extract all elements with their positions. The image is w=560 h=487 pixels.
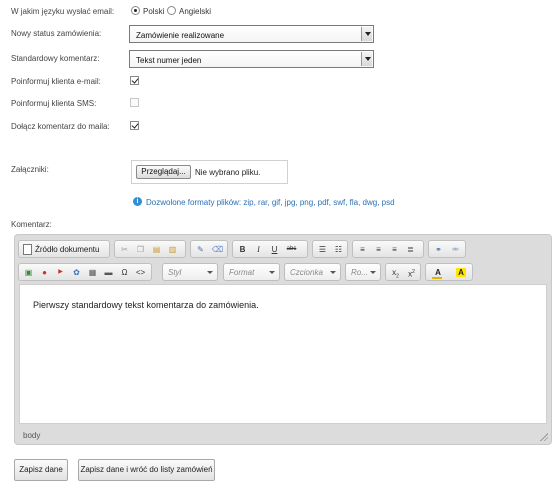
code-icon[interactable]: <> [134,266,147,279]
special-char-icon[interactable]: Ω [118,266,131,279]
clipboard-group: ✂ ❐ ▤ ▥ [114,240,186,258]
link-icon[interactable]: ⚭ [432,243,445,256]
language-label: W jakim języku wysłać email: [11,7,115,16]
paste-word-icon[interactable]: ▥ [166,243,179,256]
info-icon: i [133,197,142,206]
underline-icon[interactable]: U [268,243,281,256]
english-radio[interactable] [167,6,176,15]
image-icon[interactable]: ▣ [22,266,35,279]
notify-sms-label: Poinformuj klienta SMS: [11,99,97,108]
resize-handle-icon[interactable] [540,433,548,441]
file-input[interactable]: Przeglądaj... Nie wybrano pliku. [131,160,288,184]
format-group: B I U abc [232,240,308,258]
chevron-down-icon [361,27,372,41]
horizontal-line-icon[interactable]: ▬ [102,266,115,279]
save-and-back-button[interactable]: Zapisz dane i wróć do listy zamówień [78,459,215,481]
notify-email-label: Poinformuj klienta e-mail: [11,77,101,86]
browse-button[interactable]: Przeglądaj... [136,165,191,179]
editor-content-text[interactable]: Pierwszy standardowy tekst komentarza do… [33,300,259,310]
align-left-icon[interactable]: ≡ [356,243,369,256]
copy-icon[interactable]: ❐ [134,243,147,256]
rich-text-editor: Źródło dokumentu ✂ ❐ ▤ ▥ ✎ ⌫ B I U abc ☰… [14,234,552,445]
english-radio-label: Angielski [179,7,212,16]
notify-sms-checkbox[interactable] [130,98,139,107]
unlink-icon[interactable]: ⚮ [449,243,462,256]
text-color-icon[interactable]: A [430,266,446,279]
flash-icon[interactable]: ● [38,266,51,279]
italic-icon[interactable]: I [252,243,265,256]
paste-icon[interactable]: ▤ [150,243,163,256]
align-center-icon[interactable]: ≡ [372,243,385,256]
media-icon[interactable]: ✿ [70,266,83,279]
youtube-icon[interactable]: ▶ [54,266,67,279]
font-combo[interactable]: Czcionka [284,263,341,281]
bulleted-list-icon[interactable]: ☷ [332,243,345,256]
attachments-label: Załączniki: [11,165,49,174]
numbered-list-icon[interactable]: ☰ [316,243,329,256]
subscript-icon[interactable]: x2 [389,266,402,280]
bg-color-icon[interactable]: A [453,266,469,279]
source-button[interactable]: Źródło dokumentu [18,240,110,258]
notify-email-checkbox[interactable] [130,76,139,85]
save-button[interactable]: Zapisz dane [14,459,68,481]
list-group: ☰ ☷ [312,240,348,258]
superscript-icon[interactable]: x2 [405,266,418,279]
standard-comment-value: Tekst numer jeden [136,56,202,65]
status-select[interactable]: Zamówienie realizowane [129,25,374,43]
element-path[interactable]: body [23,431,40,440]
table-icon[interactable]: ▦ [86,266,99,279]
eraser-icon[interactable]: ⌫ [211,243,224,256]
size-combo[interactable]: Ro... [345,263,381,281]
color-group: A A [425,263,473,281]
cut-icon[interactable]: ✂ [118,243,131,256]
link-group: ⚭ ⚮ [428,240,466,258]
style-combo[interactable]: Styl [162,263,218,281]
chevron-down-icon [361,52,372,66]
strikethrough-icon[interactable]: abc [285,243,298,256]
attach-comment-label: Dołącz komentarz do maila: [11,122,110,131]
replace-icon[interactable]: ✎ [194,243,207,256]
align-right-icon[interactable]: ≡ [388,243,401,256]
standard-comment-label: Standardowy komentarz: [11,54,100,63]
insert-group: ▣ ● ▶ ✿ ▦ ▬ Ω <> [18,263,152,281]
status-label: Nowy status zamówienia: [11,29,102,38]
polish-radio-label: Polski [143,7,165,16]
bold-icon[interactable]: B [236,243,249,256]
comment-area-label: Komentarz: [11,220,52,229]
format-combo[interactable]: Format [223,263,280,281]
text-color-swatch [432,277,442,279]
status-select-value: Zamówienie realizowane [136,31,225,40]
standard-comment-select[interactable]: Tekst numer jeden [129,50,374,68]
tools-group: ✎ ⌫ [190,240,228,258]
align-group: ≡ ≡ ≡ ≣ [352,240,424,258]
document-icon [23,244,32,255]
no-file-text: Nie wybrano pliku. [195,168,261,177]
align-justify-icon[interactable]: ≣ [404,243,417,256]
attach-comment-checkbox[interactable] [130,121,139,130]
source-button-label: Źródło dokumentu [35,245,100,254]
polish-radio[interactable] [131,6,140,15]
script-group: x2 x2 [385,263,421,281]
allowed-formats-text: Dozwolone formaty plików: zip, rar, gif,… [146,198,395,207]
editor-content-area[interactable]: Pierwszy standardowy tekst komentarza do… [19,284,547,424]
